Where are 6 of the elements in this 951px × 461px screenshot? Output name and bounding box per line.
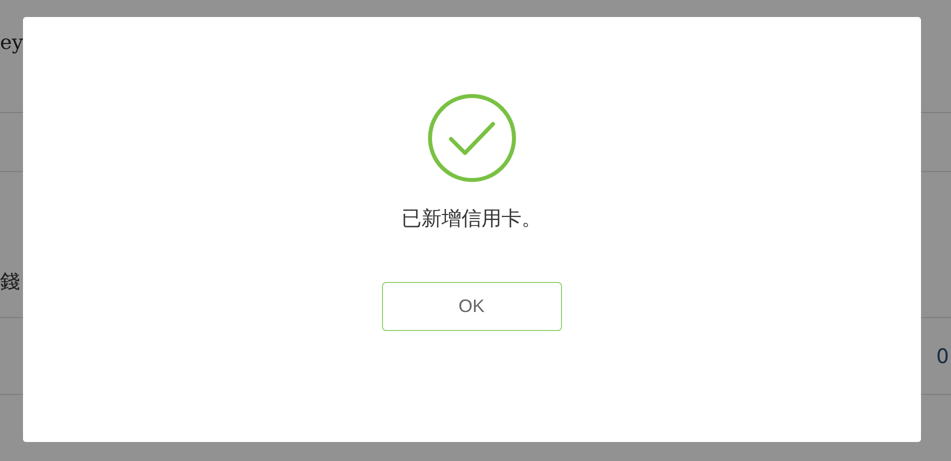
dialog-message: 已新增信用卡。 (402, 205, 542, 232)
section-heading: 錢 (0, 268, 20, 295)
page-heading: ey (0, 30, 24, 54)
success-check-icon (426, 93, 516, 183)
ok-button[interactable]: OK (382, 282, 562, 331)
table-cell: 0 (936, 344, 949, 368)
